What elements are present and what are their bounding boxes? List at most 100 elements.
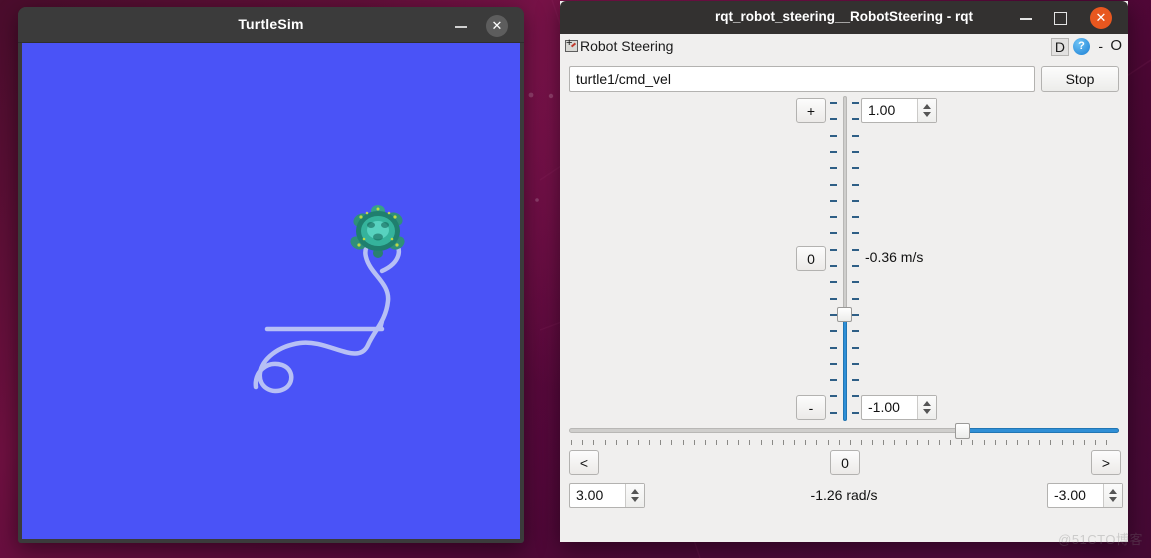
slider-tick xyxy=(852,118,859,121)
angular-left-button[interactable]: < xyxy=(569,450,599,475)
stepper-down-icon[interactable] xyxy=(923,112,931,117)
rqt-minimize-button[interactable] xyxy=(1018,10,1034,26)
slider-tick xyxy=(626,440,628,445)
linear-slider-handle[interactable] xyxy=(837,307,852,322)
slider-tick xyxy=(1005,440,1007,445)
angular-slider-handle[interactable] xyxy=(955,423,970,439)
rqt-close-button[interactable]: ✕ xyxy=(1090,7,1112,29)
turtlesim-titlebar[interactable]: TurtleSim ✕ xyxy=(18,7,524,43)
slider-tick xyxy=(615,440,617,445)
plugin-minimize-button[interactable]: - xyxy=(1098,38,1103,54)
linear-decrease-button[interactable]: - xyxy=(796,395,826,420)
slider-tick xyxy=(852,281,859,284)
stepper-up-icon[interactable] xyxy=(923,401,931,406)
slider-tick xyxy=(852,167,859,170)
stepper-down-icon[interactable] xyxy=(923,409,931,414)
slider-tick xyxy=(771,440,773,445)
linear-increase-button[interactable]: + xyxy=(796,98,826,123)
turtlesim-canvas[interactable] xyxy=(22,43,520,539)
slider-tick xyxy=(852,134,859,137)
stepper-up-icon[interactable] xyxy=(923,104,931,109)
slider-tick xyxy=(637,440,639,445)
angular-velocity-slider[interactable] xyxy=(569,423,1119,445)
slider-tick xyxy=(830,216,837,219)
slider-tick xyxy=(704,440,706,445)
slider-tick xyxy=(916,440,918,445)
plugin-float-button[interactable]: O xyxy=(1110,37,1122,54)
slider-tick xyxy=(1039,440,1041,445)
help-icon[interactable]: ? xyxy=(1073,38,1090,55)
rqt-titlebar[interactable]: rqt_robot_steering__RobotSteering - rqt … xyxy=(560,1,1128,34)
slider-tick xyxy=(852,232,859,235)
slider-tick xyxy=(852,362,859,365)
stop-button[interactable]: Stop xyxy=(1041,66,1119,92)
dock-toggle-button[interactable]: D xyxy=(1050,38,1069,56)
slider-tick xyxy=(994,440,996,445)
linear-velocity-slider[interactable] xyxy=(837,96,852,421)
slider-tick xyxy=(830,395,837,398)
turtlesim-close-button[interactable]: ✕ xyxy=(486,15,508,37)
slider-tick xyxy=(852,183,859,186)
linear-max-stepper[interactable] xyxy=(917,99,936,122)
slider-tick xyxy=(950,440,952,445)
angular-zero-button[interactable]: 0 xyxy=(830,450,860,475)
slider-tick xyxy=(649,440,651,445)
linear-min-stepper[interactable] xyxy=(917,396,936,419)
linear-slider-ticks-left xyxy=(830,96,837,421)
slider-tick xyxy=(852,346,859,349)
slider-tick xyxy=(1095,440,1096,445)
slider-tick xyxy=(852,248,859,251)
linear-min-value: -1.00 xyxy=(868,399,900,415)
slider-tick xyxy=(852,411,859,414)
slider-tick xyxy=(830,265,837,267)
plugin-title: Robot Steering xyxy=(580,38,674,54)
angular-slider-fill xyxy=(960,428,1119,433)
rqt-maximize-button[interactable] xyxy=(1052,10,1068,26)
linear-slider-ticks-right xyxy=(852,96,859,421)
slider-tick xyxy=(830,248,837,251)
slider-tick xyxy=(1050,440,1052,445)
slider-tick xyxy=(905,440,907,445)
linear-slider-fill xyxy=(843,317,847,421)
slider-tick xyxy=(852,313,859,316)
slider-tick xyxy=(582,440,584,445)
topic-input[interactable] xyxy=(569,66,1035,92)
slider-tick xyxy=(830,297,837,300)
slider-tick xyxy=(671,440,673,445)
turtlesim-minimize-button[interactable] xyxy=(454,19,468,33)
slider-tick xyxy=(571,440,572,445)
slider-tick xyxy=(1106,440,1108,445)
angular-right-button[interactable]: > xyxy=(1091,450,1121,475)
slider-tick xyxy=(830,313,837,316)
slider-tick xyxy=(852,150,859,153)
slider-tick xyxy=(927,440,929,445)
watermark: @51CTO博客 xyxy=(1058,532,1143,547)
slider-tick xyxy=(852,265,859,267)
slider-tick xyxy=(830,150,837,153)
slider-tick xyxy=(849,440,851,445)
slider-tick xyxy=(760,440,762,445)
slider-tick xyxy=(830,232,837,235)
slider-tick xyxy=(1017,440,1018,445)
slider-tick xyxy=(830,134,837,137)
slider-tick xyxy=(827,440,829,445)
slider-tick xyxy=(816,440,818,445)
slider-tick xyxy=(782,440,784,445)
slider-tick xyxy=(830,281,837,284)
linear-max-value: 1.00 xyxy=(868,102,896,118)
slider-tick xyxy=(852,216,859,219)
linear-zero-button[interactable]: 0 xyxy=(796,246,826,271)
slider-tick xyxy=(1072,440,1074,445)
slider-tick xyxy=(961,440,963,445)
slider-tick xyxy=(830,118,837,121)
linear-max-spinbox[interactable]: 1.00 xyxy=(861,98,937,123)
slider-tick xyxy=(1028,440,1030,445)
angular-slider-ticks xyxy=(569,440,1119,445)
slider-tick xyxy=(838,440,840,445)
slider-tick xyxy=(830,199,837,202)
slider-tick xyxy=(660,440,662,445)
slider-tick xyxy=(830,362,837,365)
linear-min-spinbox[interactable]: -1.00 xyxy=(861,395,937,420)
slider-tick xyxy=(749,440,751,445)
topic-row: Stop xyxy=(569,66,1119,92)
